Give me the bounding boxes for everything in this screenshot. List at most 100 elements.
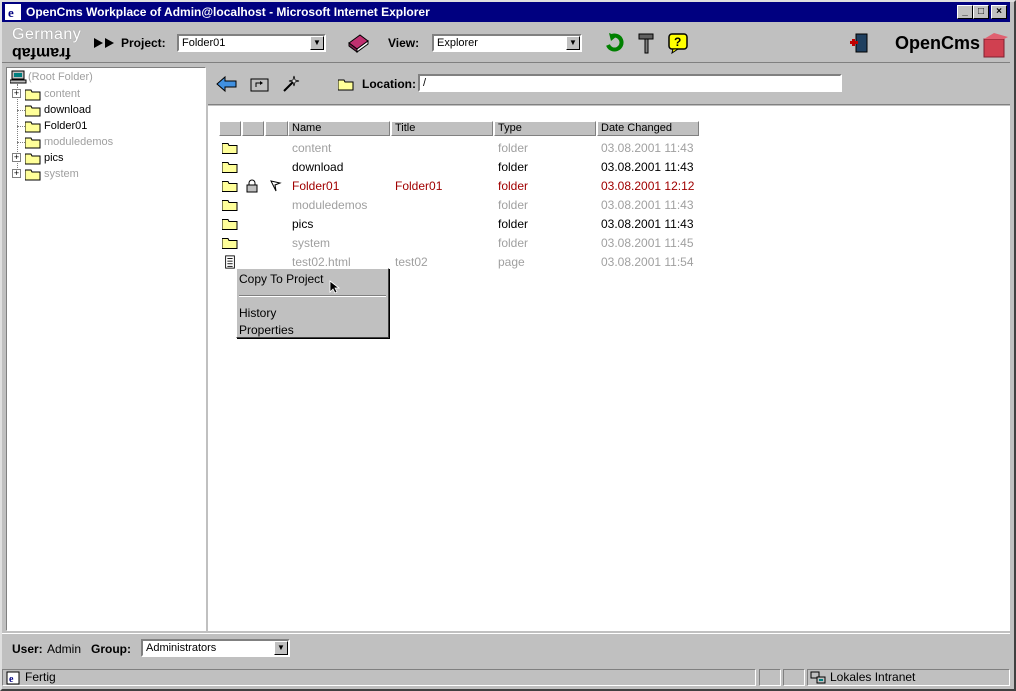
tree-root[interactable]: (Root Folder)	[28, 71, 93, 87]
status-panel-empty-2	[783, 669, 805, 686]
lock-icon	[246, 179, 258, 193]
location-label: Location:	[362, 77, 416, 91]
intranet-zone-icon	[810, 671, 826, 684]
column-header-flag	[265, 121, 288, 136]
group-select-value: Administrators	[146, 642, 217, 654]
opencms-brand: OpenCms	[895, 33, 981, 53]
page-done-icon: e	[6, 671, 20, 685]
file-list-pane: Name Title Type Date Changed content fold…	[208, 106, 1010, 631]
svg-text:e: e	[9, 674, 14, 685]
tools-hammer-icon[interactable]	[635, 31, 659, 55]
column-header-lock	[242, 121, 264, 136]
column-header-icon	[219, 121, 241, 136]
expand-toggle[interactable]: +	[12, 169, 21, 178]
title-bar: e OpenCms Workplace of Admin@localhost -…	[2, 2, 1010, 22]
mouse-cursor-icon	[329, 280, 341, 294]
tree-item[interactable]: content	[44, 88, 80, 104]
folder-icon	[222, 162, 238, 173]
cell-type: folder	[498, 160, 529, 174]
folder-icon	[338, 79, 354, 91]
folder-icon	[222, 238, 238, 249]
cell-type: folder	[498, 236, 529, 250]
column-header-name[interactable]: Name	[288, 121, 390, 136]
cell-name: content	[292, 141, 332, 155]
cell-date: 03.08.2001 11:43	[601, 217, 694, 231]
context-menu: Copy To Project History Properties	[236, 268, 389, 338]
flag-icon	[270, 180, 282, 192]
page-icon	[225, 255, 235, 269]
opencms-logo-icon	[983, 33, 1008, 58]
folder-icon	[222, 219, 238, 230]
status-zone-panel: Lokales Intranet	[807, 669, 1010, 686]
svg-text:e: e	[8, 5, 14, 20]
cell-name: system	[292, 236, 331, 250]
cell-name: pics	[292, 217, 314, 231]
group-label: Group:	[91, 642, 131, 656]
group-select[interactable]: Administrators ▼	[141, 639, 290, 657]
status-text-panel: Fertig	[2, 669, 756, 686]
table-row[interactable]: moduledemos folder 03.08.2001 11:43	[208, 196, 708, 214]
forward-arrows-icon	[94, 38, 114, 48]
folder-icon	[25, 89, 41, 101]
cell-date: 03.08.2001 11:43	[601, 198, 694, 212]
user-label: User:	[12, 642, 43, 656]
reload-icon[interactable]	[603, 31, 627, 55]
location-toolbar: Location: /	[208, 67, 1010, 105]
svg-text:?: ?	[674, 35, 681, 49]
tree-item[interactable]: system	[44, 168, 79, 184]
chevron-down-icon[interactable]: ▼	[310, 36, 324, 50]
view-select[interactable]: Explorer ▼	[432, 34, 582, 52]
window-title: OpenCms Workplace of Admin@localhost - M…	[26, 5, 430, 19]
project-label: Project:	[121, 36, 166, 50]
table-row[interactable]: system folder 03.08.2001 11:45	[208, 234, 708, 252]
folder-icon	[25, 121, 41, 133]
cell-name: download	[292, 160, 344, 174]
table-row[interactable]: Folder01 Folder01 folder 03.08.2001 12:12	[208, 177, 708, 195]
location-input[interactable]: /	[418, 74, 842, 92]
project-select[interactable]: Folder01 ▼	[177, 34, 326, 52]
view-label: View:	[388, 36, 420, 50]
maximize-button[interactable]: □	[973, 5, 989, 19]
cell-type: page	[498, 255, 525, 269]
computer-icon	[10, 70, 27, 84]
menu-item-properties[interactable]: Properties	[239, 323, 294, 337]
status-text: Fertig	[25, 670, 56, 684]
cell-name: test02.html	[292, 255, 351, 269]
menu-separator	[239, 295, 386, 297]
cell-date: 03.08.2001 11:45	[601, 236, 694, 250]
folder-up-icon[interactable]	[250, 76, 270, 92]
close-button[interactable]: ×	[991, 5, 1007, 19]
cell-title: Folder01	[395, 179, 443, 193]
minimize-button[interactable]: _	[957, 5, 973, 19]
table-row[interactable]: pics folder 03.08.2001 11:43	[208, 215, 708, 233]
chevron-down-icon[interactable]: ▼	[566, 36, 580, 50]
column-header-date[interactable]: Date Changed	[597, 121, 699, 136]
folder-icon	[25, 137, 41, 149]
publish-book-icon[interactable]	[346, 31, 370, 55]
chevron-down-icon[interactable]: ▼	[274, 641, 288, 655]
logo-framfab: framfab	[12, 44, 71, 61]
ie-logo-icon: e	[5, 4, 21, 20]
column-header-title[interactable]: Title	[391, 121, 493, 136]
user-footer: User: Admin Group: Administrators ▼	[2, 633, 1010, 665]
tree-item[interactable]: moduledemos	[44, 136, 113, 152]
tree-item[interactable]: pics	[44, 152, 64, 168]
table-row[interactable]: download folder 03.08.2001 11:43	[208, 158, 708, 176]
cell-date: 03.08.2001 12:12	[601, 179, 695, 193]
back-arrow-icon[interactable]	[216, 75, 238, 93]
cell-type: folder	[498, 141, 529, 155]
expand-toggle[interactable]: +	[12, 153, 21, 162]
user-value: Admin	[47, 642, 82, 656]
wizard-wand-icon[interactable]	[280, 74, 300, 94]
help-icon[interactable]: ?	[666, 31, 690, 55]
workplace-header: Germany framfab Project: Folder01 ▼ View…	[2, 23, 1010, 63]
table-row[interactable]: content folder 03.08.2001 11:43	[208, 139, 708, 157]
column-header-type[interactable]: Type	[494, 121, 596, 136]
menu-item-history[interactable]: History	[239, 306, 276, 320]
menu-item-copy-to-project[interactable]: Copy To Project	[239, 272, 324, 286]
tree-item[interactable]: Folder01	[44, 120, 87, 136]
logo-germany: Germany	[12, 26, 82, 43]
tree-item[interactable]: download	[44, 104, 91, 120]
exit-door-icon[interactable]	[847, 31, 871, 55]
expand-toggle[interactable]: +	[12, 89, 21, 98]
